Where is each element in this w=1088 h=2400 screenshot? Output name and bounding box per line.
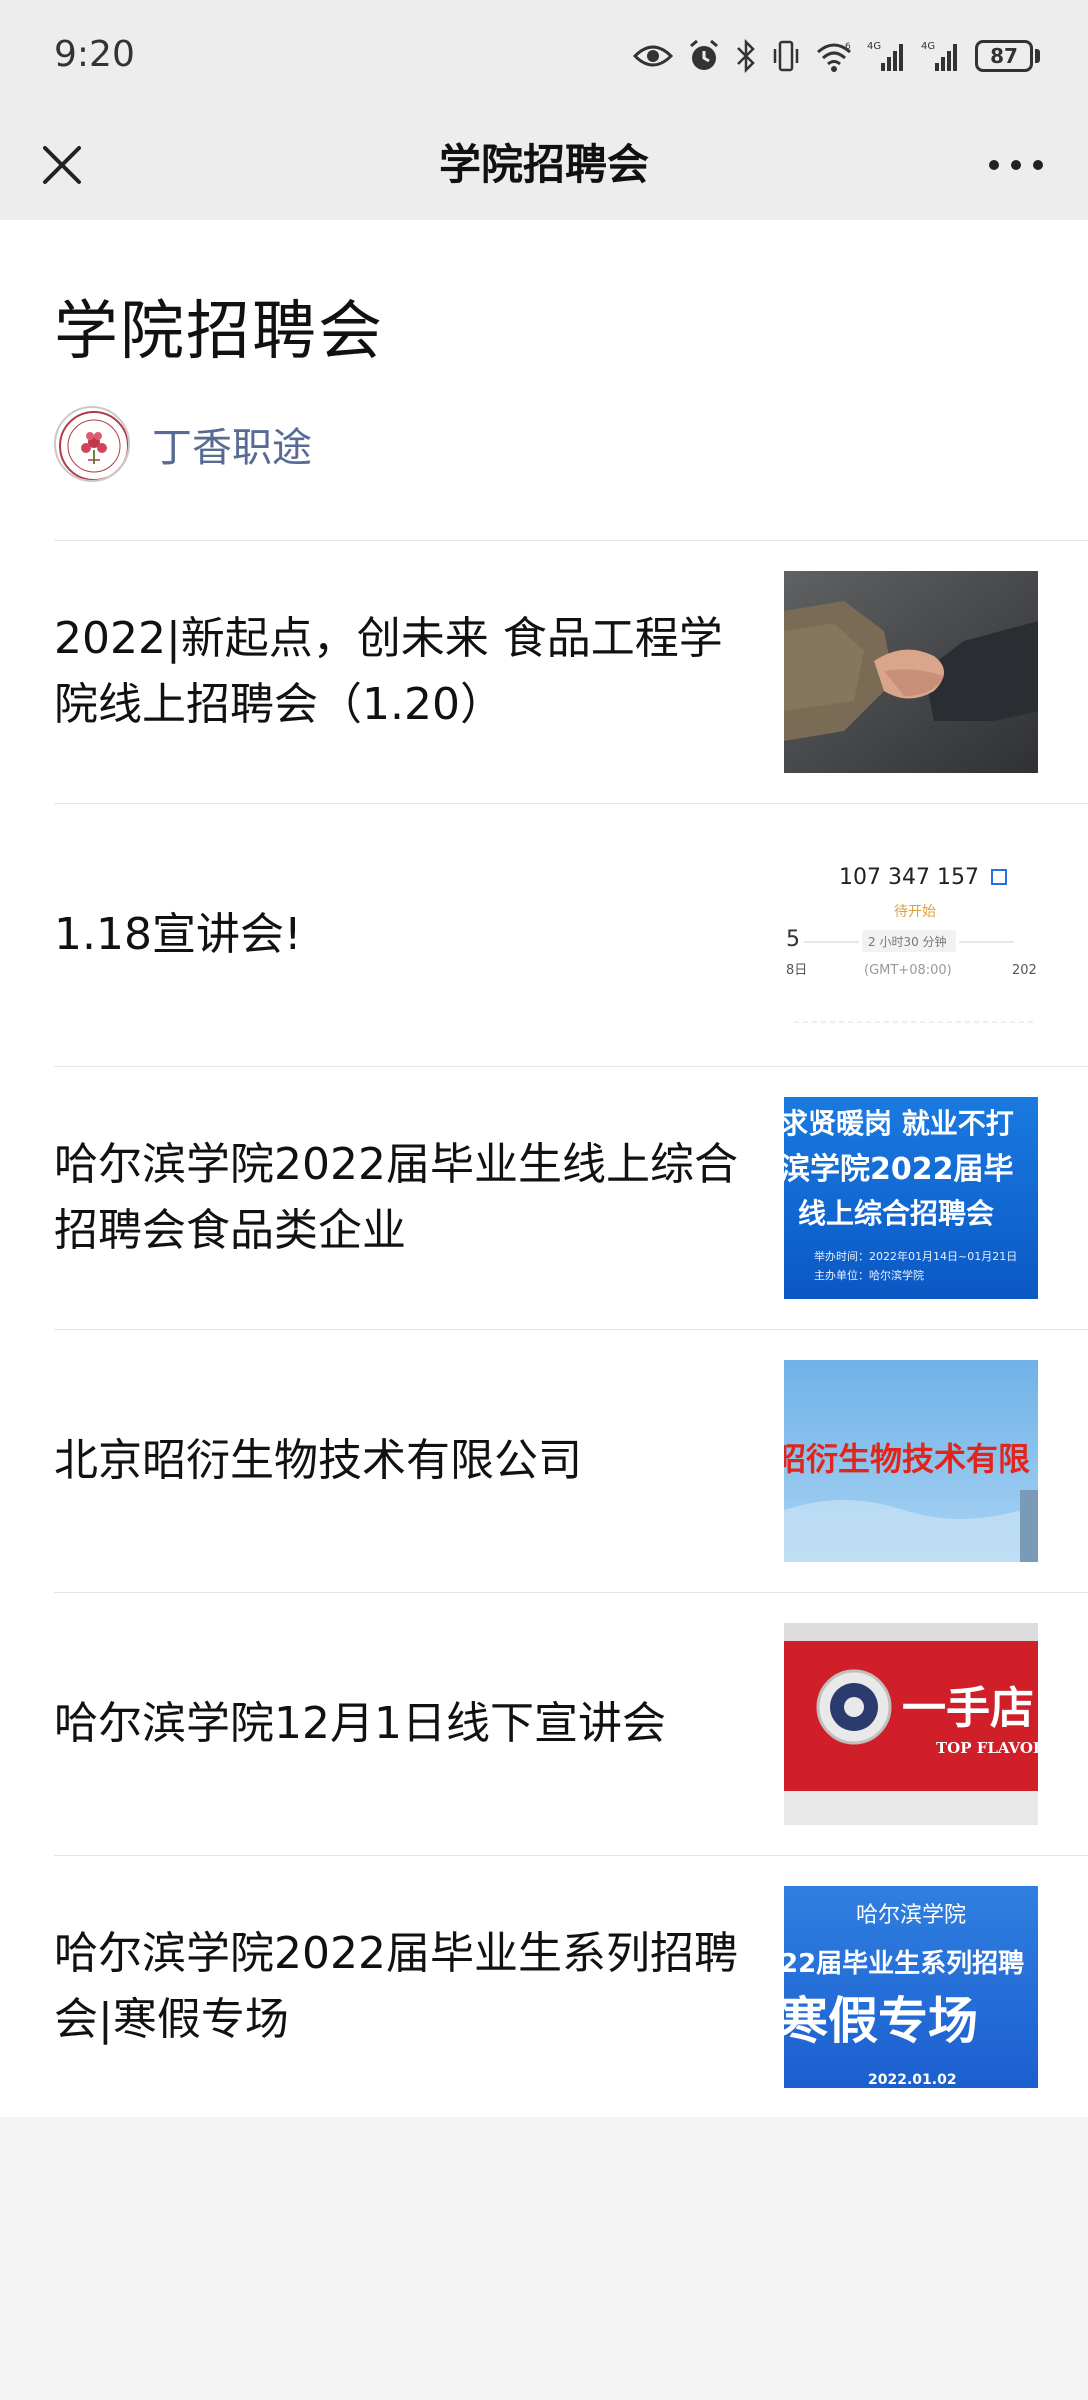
article-title: 哈尔滨学院2022届毕业生线上综合招聘会食品类企业	[54, 1139, 738, 1256]
svg-text:(GMT+08:00): (GMT+08:00)	[864, 963, 952, 978]
list-item[interactable]: 哈尔滨学院2022届毕业生系列招聘会|寒假专场 哈尔滨学院 22届毕业生系列招聘…	[54, 1855, 1088, 2118]
article-thumbnail-meeting: 5 107 347 157 待开始 2 小时30 分钟 8日 (GMT+08:0…	[784, 834, 1038, 1036]
avatar	[54, 406, 130, 482]
signal-icon: 4G	[867, 39, 907, 73]
article-thumbnail-sign: 昭衍生物技术有限	[784, 1360, 1038, 1562]
alarm-icon	[687, 39, 721, 73]
list-item[interactable]: 北京昭衍生物技术有限公司 昭衍生物技术有限	[54, 1329, 1088, 1592]
article-thumbnail-poster: 求贤暖岗 就业不打 滨学院2022届毕 线上综合招聘会 举办时间：2022年01…	[784, 1097, 1038, 1299]
svg-text:一手店: 一手店	[902, 1683, 1034, 1734]
svg-text:主办单位：哈尔滨学院: 主办单位：哈尔滨学院	[814, 1268, 924, 1282]
battery-icon: 87	[975, 40, 1040, 72]
signal-icon: 4G	[921, 39, 961, 73]
svg-text:4G: 4G	[867, 41, 881, 52]
status-time: 9:20	[54, 34, 135, 75]
svg-text:8日: 8日	[786, 963, 807, 978]
list-item[interactable]: 1.18宣讲会! 5 107 347 157 待开始 2 小时30 分钟 8日 …	[54, 803, 1088, 1066]
more-icon	[989, 160, 1043, 170]
list-item[interactable]: 哈尔滨学院12月1日线下宣讲会 一手店 TOP FLAVOR	[54, 1592, 1088, 1855]
album-content: 学院招聘会 丁香职途 2022|新起点，创未来 食品工程学院线上招聘会（1.20…	[0, 220, 1088, 2117]
close-icon	[43, 146, 81, 184]
article-title: 2022|新起点，创未来 食品工程学院线上招聘会（1.20）	[54, 613, 723, 730]
svg-text:6: 6	[845, 42, 851, 52]
more-button[interactable]	[974, 133, 1058, 197]
close-button[interactable]	[30, 133, 94, 197]
account-name: 丁香职途	[152, 425, 312, 471]
nav-title: 学院招聘会	[438, 140, 649, 189]
svg-text:线上综合招聘会: 线上综合招聘会	[798, 1197, 994, 1230]
svg-text:举办时间：2022年01月14日~01月21日: 举办时间：2022年01月14日~01月21日	[814, 1249, 1017, 1263]
status-icons: 6 4G 4G 87	[633, 36, 1040, 76]
bluetooth-icon	[735, 39, 757, 73]
article-title: 北京昭衍生物技术有限公司	[54, 1435, 582, 1486]
list-item[interactable]: 2022|新起点，创未来 食品工程学院线上招聘会（1.20）	[54, 540, 1088, 803]
svg-text:107 347 157: 107 347 157	[839, 865, 979, 890]
page-background	[0, 2117, 1088, 2400]
svg-text:求贤暖岗 就业不打: 求贤暖岗 就业不打	[784, 1107, 1014, 1140]
svg-text:昭衍生物技术有限: 昭衍生物技术有限	[784, 1440, 1030, 1478]
svg-text:寒假专场: 寒假专场	[784, 1992, 978, 2050]
list-item[interactable]: 哈尔滨学院2022届毕业生线上综合招聘会食品类企业 求贤暖岗 就业不打 滨学院2…	[54, 1066, 1088, 1329]
article-thumbnail-handshake	[784, 571, 1038, 773]
nav-bar: 学院招聘会	[0, 110, 1088, 220]
svg-text:2 小时30 分钟: 2 小时30 分钟	[868, 934, 947, 949]
battery-level: 87	[975, 40, 1033, 72]
eye-icon	[633, 42, 673, 70]
page-title: 学院招聘会	[54, 295, 384, 369]
article-title: 哈尔滨学院2022届毕业生系列招聘会|寒假专场	[54, 1928, 738, 2045]
wifi-icon: 6	[815, 39, 853, 73]
status-bar: 9:20 6 4G 4G 87	[0, 0, 1088, 110]
article-thumbnail-winter: 哈尔滨学院 22届毕业生系列招聘 寒假专场 2022.01.02	[784, 1886, 1038, 2088]
article-list: 2022|新起点，创未来 食品工程学院线上招聘会（1.20） 1.18宣讲会!	[54, 540, 1088, 2118]
svg-text:202: 202	[1012, 963, 1037, 978]
article-thumbnail-restaurant: 一手店 TOP FLAVOR	[784, 1623, 1038, 1825]
svg-text:滨学院2022届毕: 滨学院2022届毕	[784, 1152, 1014, 1187]
svg-text:4G: 4G	[921, 41, 935, 52]
svg-text:5: 5	[786, 927, 800, 952]
vibrate-icon	[771, 39, 801, 73]
svg-text:22届毕业生系列招聘: 22届毕业生系列招聘	[784, 1949, 1024, 1979]
article-title: 哈尔滨学院12月1日线下宣讲会	[54, 1698, 666, 1749]
article-title: 1.18宣讲会!	[54, 909, 302, 960]
account-link[interactable]: 丁香职途	[54, 406, 312, 482]
svg-text:2022.01.02: 2022.01.02	[868, 2072, 957, 2088]
svg-text:待开始: 待开始	[894, 904, 936, 920]
svg-text:哈尔滨学院: 哈尔滨学院	[856, 1903, 966, 1928]
svg-text:TOP FLAVOR: TOP FLAVOR	[936, 1739, 1038, 1757]
